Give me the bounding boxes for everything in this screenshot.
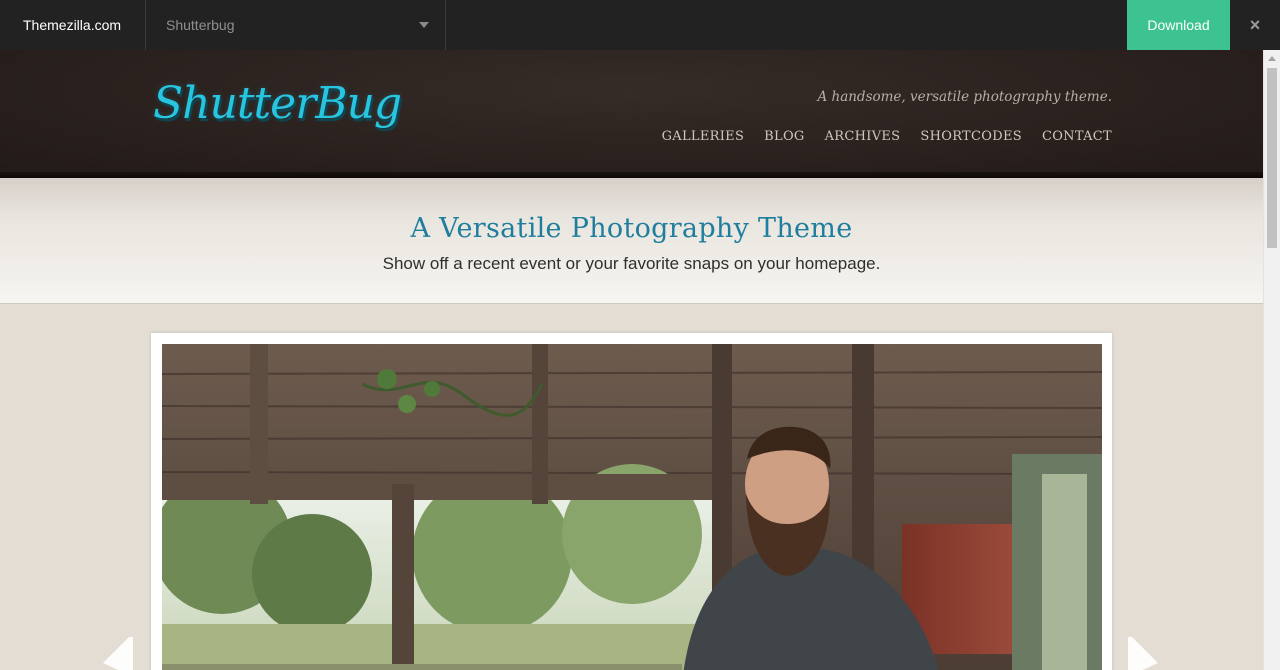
chevron-down-icon bbox=[419, 22, 429, 28]
close-icon[interactable]: × bbox=[1230, 0, 1280, 50]
nav-item-contact[interactable]: CONTACT bbox=[1042, 129, 1112, 144]
scrollbar-thumb[interactable] bbox=[1267, 68, 1277, 248]
intro-title: A Versatile Photography Theme bbox=[410, 213, 853, 244]
demo-bar-spacer bbox=[446, 0, 1127, 50]
theme-select[interactable]: Shutterbug bbox=[146, 0, 446, 50]
download-button[interactable]: Download bbox=[1127, 0, 1230, 50]
page-viewport: ShutterBug A handsome, versatile photogr… bbox=[0, 50, 1263, 670]
nav-item-shortcodes[interactable]: SHORTCODES bbox=[920, 129, 1022, 144]
chevron-left-icon[interactable] bbox=[93, 635, 133, 670]
nav-item-blog[interactable]: BLOG bbox=[764, 129, 804, 144]
site-logo[interactable]: ShutterBug bbox=[153, 78, 402, 129]
slider-frame bbox=[151, 333, 1112, 670]
main-nav: GALLERIES BLOG ARCHIVES SHORTCODES CONTA… bbox=[662, 129, 1112, 144]
demo-bar: Themezilla.com Shutterbug Download × bbox=[0, 0, 1280, 50]
slide-photo bbox=[162, 344, 1102, 670]
nav-item-galleries[interactable]: GALLERIES bbox=[662, 129, 745, 144]
intro-band: A Versatile Photography Theme Show off a… bbox=[0, 178, 1263, 304]
scroll-up-icon[interactable] bbox=[1268, 56, 1276, 61]
chevron-right-icon[interactable] bbox=[1128, 635, 1168, 670]
theme-select-value: Shutterbug bbox=[166, 17, 235, 33]
slide-photo-illustration bbox=[162, 344, 1102, 670]
page-scrollbar[interactable] bbox=[1263, 50, 1280, 670]
intro-subtitle: Show off a recent event or your favorite… bbox=[382, 254, 881, 273]
themezilla-link[interactable]: Themezilla.com bbox=[0, 0, 146, 50]
nav-item-archives[interactable]: ARCHIVES bbox=[825, 129, 901, 144]
site-tagline: A handsome, versatile photography theme. bbox=[817, 89, 1112, 105]
site-header: ShutterBug A handsome, versatile photogr… bbox=[0, 50, 1263, 178]
